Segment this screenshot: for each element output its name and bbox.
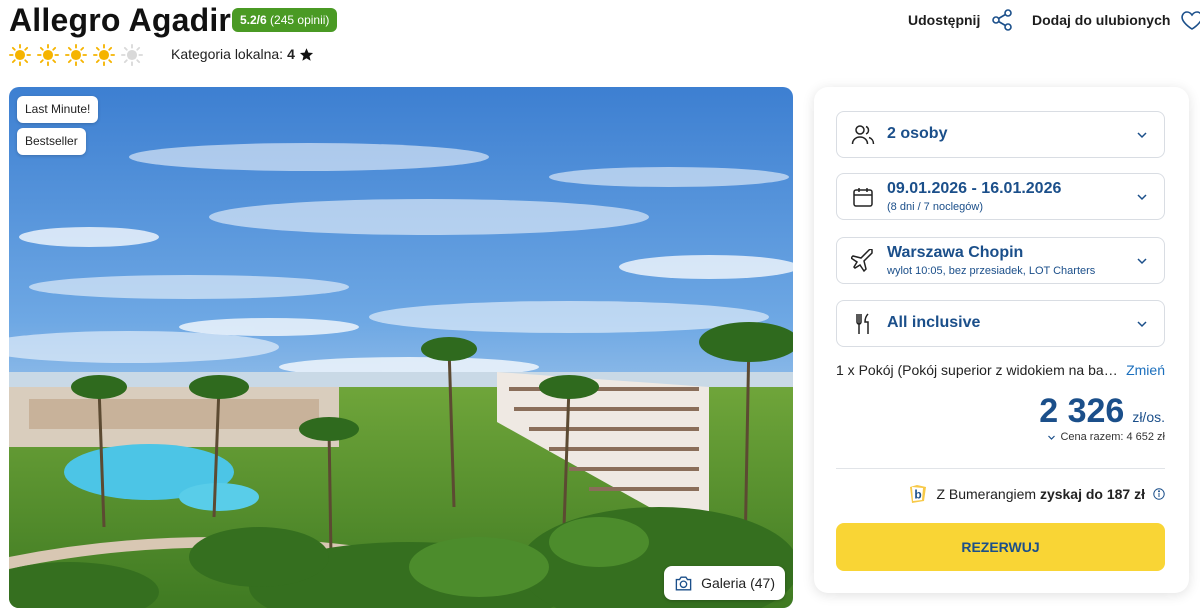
flight-details: wylot 10:05, bez przesiadek, LOT Charter… — [887, 265, 1096, 277]
room-selection: 1 x Pokój (Pokój superior z widokiem na … — [836, 362, 1165, 378]
cutlery-icon — [856, 313, 869, 334]
sun-icon — [37, 44, 59, 66]
sun-empty-icon — [121, 44, 143, 66]
rating-count: (245 opinii) — [270, 13, 330, 27]
rating-badge[interactable]: 5.2/6 (245 opinii) — [232, 8, 338, 32]
price-unit: zł/os. — [1132, 409, 1165, 425]
star-icon — [299, 47, 313, 61]
calendar-icon — [853, 188, 873, 207]
hotel-photo[interactable]: Last Minute! Bestseller Galeria (47) — [9, 87, 793, 608]
sun-icon — [65, 44, 87, 66]
chevron-down-icon — [1048, 435, 1056, 440]
share-button[interactable]: Udostępnij — [908, 8, 1014, 32]
flight-select[interactable]: Warszawa Chopin wylot 10:05, bez przesia… — [836, 237, 1165, 284]
dates-duration: (8 dni / 7 noclegów) — [887, 201, 983, 213]
people-icon — [851, 125, 875, 145]
chevron-down-icon — [1137, 194, 1147, 201]
tag-bestseller: Bestseller — [17, 128, 86, 155]
share-icon — [992, 9, 1013, 31]
gallery-button[interactable]: Galeria (47) — [664, 566, 785, 600]
chevron-down-icon — [1137, 258, 1147, 265]
bumerang-promo: b Z Bumerangiem zyskaj do 187 zł — [908, 484, 1165, 504]
bumerang-text: Z Bumerangiem zyskaj do 187 zł — [936, 486, 1145, 502]
chevron-down-icon — [1137, 321, 1147, 328]
local-category: Kategoria lokalna: 4 — [171, 46, 314, 62]
local-category-label: Kategoria lokalna: — [171, 46, 284, 62]
persons-value: 2 osoby — [887, 125, 948, 142]
booking-panel: 2 osoby 09.01.2026 - 16.01.2026 (8 dni /… — [814, 87, 1189, 593]
dates-value: 09.01.2026 - 16.01.2026 — [887, 180, 1062, 197]
room-description: 1 x Pokój (Pokój superior z widokiem na … — [836, 362, 1118, 378]
chevron-down-icon — [1137, 132, 1147, 139]
dates-select[interactable]: 09.01.2026 - 16.01.2026 (8 dni / 7 nocle… — [836, 173, 1165, 220]
reserve-button[interactable]: REZERWUJ — [836, 523, 1165, 571]
heart-icon — [1181, 11, 1200, 30]
total-price: Cena razem: 4 652 zł — [1060, 431, 1165, 443]
bumerang-logo-icon: b — [910, 485, 927, 503]
total-price-toggle[interactable]: Cena razem: 4 652 zł — [1047, 431, 1165, 443]
flight-departure: Warszawa Chopin — [887, 244, 1024, 261]
gallery-label: Galeria (47) — [701, 575, 775, 591]
divider — [836, 468, 1165, 469]
sun-icon — [93, 44, 115, 66]
sun-icon — [9, 44, 31, 66]
persons-select[interactable]: 2 osoby — [836, 111, 1165, 158]
camera-icon — [675, 575, 692, 591]
price-amount: 2 326 — [1039, 392, 1125, 430]
board-value: All inclusive — [887, 314, 981, 331]
hotel-photo-image — [9, 87, 793, 608]
change-room-link[interactable]: Zmień — [1126, 362, 1165, 378]
tag-last-minute: Last Minute! — [17, 96, 99, 123]
plane-icon — [851, 249, 873, 273]
share-label: Udostępnij — [908, 12, 981, 28]
svg-text:b: b — [915, 488, 922, 502]
favorite-label: Dodaj do ulubionych — [1032, 12, 1171, 28]
info-icon[interactable] — [1153, 488, 1165, 500]
sun-rating — [9, 44, 143, 66]
local-category-value: 4 — [287, 46, 295, 62]
board-select[interactable]: All inclusive — [836, 300, 1165, 347]
rating-score: 5.2/6 — [240, 13, 267, 27]
favorite-button[interactable]: Dodaj do ulubionych — [1032, 8, 1200, 32]
hotel-name: Allegro Agadir — [9, 2, 232, 38]
price-per-person: 2 326 zł/os. — [1039, 392, 1165, 431]
